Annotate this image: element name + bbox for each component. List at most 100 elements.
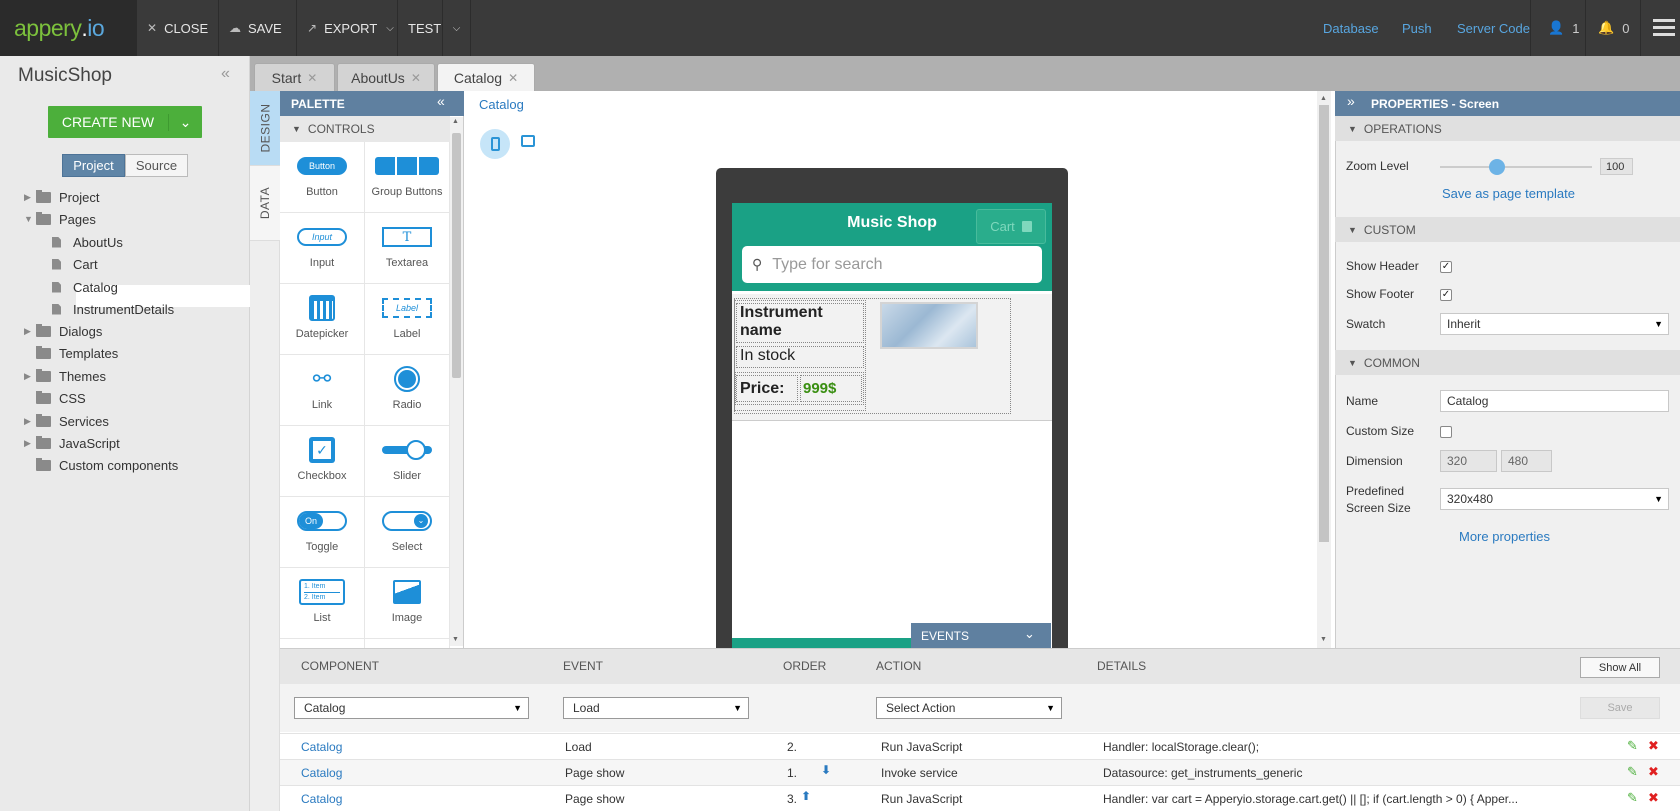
edit-pencil-icon[interactable]: ✎ — [1627, 764, 1638, 780]
expand-triangle-icon[interactable]: ▼ — [24, 214, 36, 224]
palette-item-list[interactable]: 1. Item 2. Item List — [280, 568, 365, 639]
collapse-events-icon[interactable]: ⌄ — [1024, 626, 1035, 642]
appery-logo[interactable]: appery. io — [0, 0, 137, 56]
tree-item-javascript[interactable]: ▶ JavaScript — [24, 432, 120, 454]
zoom-slider-track[interactable] — [1440, 166, 1592, 168]
palette-item-slider[interactable]: Slider — [365, 426, 450, 497]
component-select[interactable]: Catalog ▼ — [294, 697, 529, 719]
event-save-button[interactable]: Save — [1580, 697, 1660, 719]
tab-start[interactable]: Start ✕ — [254, 63, 335, 91]
user-indicator[interactable]: 👤 1 — [1548, 0, 1579, 56]
delete-icon[interactable]: ✖ — [1648, 790, 1659, 806]
controls-section-header[interactable]: ▼ CONTROLS — [280, 116, 450, 142]
scroll-down-icon[interactable]: ▼ — [452, 636, 459, 643]
action-select[interactable]: Select Action ▼ — [876, 697, 1062, 719]
tree-item-services[interactable]: ▶ Services — [24, 410, 109, 432]
tab-source[interactable]: Source — [125, 154, 188, 177]
instrument-image[interactable] — [880, 302, 978, 349]
tree-item-templates[interactable]: Templates — [24, 342, 118, 364]
save-as-template-link[interactable]: Save as page template — [1442, 186, 1575, 201]
close-icon[interactable]: ✕ — [307, 71, 317, 85]
tab-catalog[interactable]: Catalog ✕ — [437, 63, 535, 92]
expand-properties-icon[interactable]: » — [1347, 93, 1355, 109]
tab-aboutus[interactable]: AboutUs ✕ — [337, 63, 435, 91]
table-row[interactable]: Catalog Page show 3. ⬆ Run JavaScript Ha… — [280, 785, 1680, 811]
database-link[interactable]: Database — [1323, 0, 1379, 56]
palette-item-image[interactable]: Image — [365, 568, 450, 639]
more-properties-link[interactable]: More properties — [1459, 529, 1550, 544]
screen-size-select[interactable]: 320x480 ▼ — [1440, 488, 1669, 510]
show-header-checkbox[interactable]: ✓ — [1440, 261, 1452, 273]
edit-pencil-icon[interactable]: ✎ — [1627, 738, 1638, 754]
expand-triangle-icon[interactable]: ▶ — [24, 371, 36, 382]
move-up-arrow-icon[interactable]: ⬆ — [801, 789, 811, 803]
scroll-down-icon[interactable]: ▼ — [1320, 636, 1327, 643]
tab-design[interactable]: DESIGN — [250, 91, 280, 166]
tree-item-custom-components[interactable]: Custom components — [24, 454, 178, 476]
tab-project[interactable]: Project — [62, 154, 125, 177]
palette-item-radio[interactable]: Radio — [365, 355, 450, 426]
event-select[interactable]: Load ▼ — [563, 697, 749, 719]
name-input[interactable]: Catalog — [1440, 390, 1669, 412]
show-all-button[interactable]: Show All — [1580, 657, 1660, 678]
create-new-button[interactable]: CREATE NEW ⌄ — [48, 106, 202, 138]
zoom-slider-handle[interactable] — [1489, 159, 1505, 175]
close-button[interactable]: ✕ CLOSE — [137, 0, 219, 56]
operations-section-header[interactable]: ▼ OPERATIONS — [1335, 116, 1680, 141]
move-down-arrow-icon[interactable]: ⬇ — [821, 763, 831, 777]
expand-triangle-icon[interactable]: ▶ — [24, 192, 36, 203]
edit-pencil-icon[interactable]: ✎ — [1627, 790, 1638, 806]
phone-footer[interactable] — [732, 638, 911, 648]
tree-item-project[interactable]: ▶ Project — [24, 186, 99, 208]
test-button[interactable]: TEST — [398, 0, 443, 56]
palette-item-input[interactable]: Input Input — [280, 213, 365, 284]
collapse-left-icon[interactable]: « — [221, 65, 230, 83]
show-footer-checkbox[interactable]: ✓ — [1440, 289, 1452, 301]
tree-item-themes[interactable]: ▶ Themes — [24, 365, 106, 387]
delete-icon[interactable]: ✖ — [1648, 764, 1659, 780]
instrument-name-label[interactable]: Instrument name — [736, 303, 864, 343]
tree-item-instrumentdetails[interactable]: InstrumentDetails — [52, 298, 174, 320]
palette-item-button[interactable]: Button Button — [280, 142, 365, 213]
test-dropdown-chevron-icon[interactable]: ⌵ — [443, 0, 471, 56]
phone-view-icon[interactable] — [480, 129, 510, 159]
zoom-value[interactable]: 100 — [1600, 158, 1633, 175]
server-code-link[interactable]: Server Code — [1457, 0, 1530, 56]
swatch-select[interactable]: Inherit ▼ — [1440, 313, 1669, 335]
delete-icon[interactable]: ✖ — [1648, 738, 1659, 754]
palette-item-group-buttons[interactable]: Group Buttons — [365, 142, 450, 213]
phone-search-input[interactable]: ⚲ Type for search — [742, 246, 1042, 283]
cart-button[interactable]: Cart — [976, 209, 1046, 244]
close-icon[interactable]: ✕ — [508, 71, 518, 85]
close-icon[interactable]: ✕ — [411, 71, 421, 85]
tree-item-dialogs[interactable]: ▶ Dialogs — [24, 320, 102, 342]
tree-item-aboutus[interactable]: AboutUs — [52, 231, 123, 253]
expand-triangle-icon[interactable]: ▶ — [24, 416, 36, 427]
canvas-scroll-thumb[interactable] — [1319, 105, 1329, 542]
tab-data[interactable]: DATA — [250, 166, 280, 241]
scroll-up-icon[interactable]: ▲ — [452, 118, 459, 125]
table-row[interactable]: Catalog Load 2. Run JavaScript Handler: … — [280, 733, 1680, 759]
tablet-view-icon[interactable] — [521, 135, 535, 147]
palette-item-datepicker[interactable]: Datepicker — [280, 284, 365, 355]
push-link[interactable]: Push — [1402, 0, 1432, 56]
dimension-width-input[interactable]: 320 — [1440, 450, 1497, 472]
notifications-indicator[interactable]: 🔔 0 — [1598, 0, 1629, 56]
custom-section-header[interactable]: ▼ CUSTOM — [1335, 217, 1680, 242]
table-row[interactable]: Catalog Page show 1. ⬇ Invoke service Da… — [280, 759, 1680, 785]
breadcrumb[interactable]: Catalog — [479, 97, 524, 112]
palette-item-link[interactable]: ⚯ Link — [280, 355, 365, 426]
palette-item-toggle[interactable]: On Toggle — [280, 497, 365, 568]
tree-item-css[interactable]: CSS — [24, 387, 86, 409]
expand-triangle-icon[interactable]: ▶ — [24, 326, 36, 337]
collapse-palette-icon[interactable]: « — [437, 93, 445, 109]
tree-item-catalog[interactable]: Catalog — [52, 276, 118, 298]
price-value[interactable]: 999$ — [800, 375, 862, 402]
hamburger-menu-icon[interactable] — [1653, 19, 1675, 36]
in-stock-label[interactable]: In stock — [736, 346, 864, 368]
custom-size-checkbox[interactable] — [1440, 426, 1452, 438]
expand-triangle-icon[interactable]: ▶ — [24, 438, 36, 449]
scroll-up-icon[interactable]: ▲ — [1320, 95, 1327, 102]
export-button[interactable]: ↗ EXPORT ⌵ — [297, 0, 398, 56]
tree-item-cart[interactable]: Cart — [52, 253, 98, 275]
